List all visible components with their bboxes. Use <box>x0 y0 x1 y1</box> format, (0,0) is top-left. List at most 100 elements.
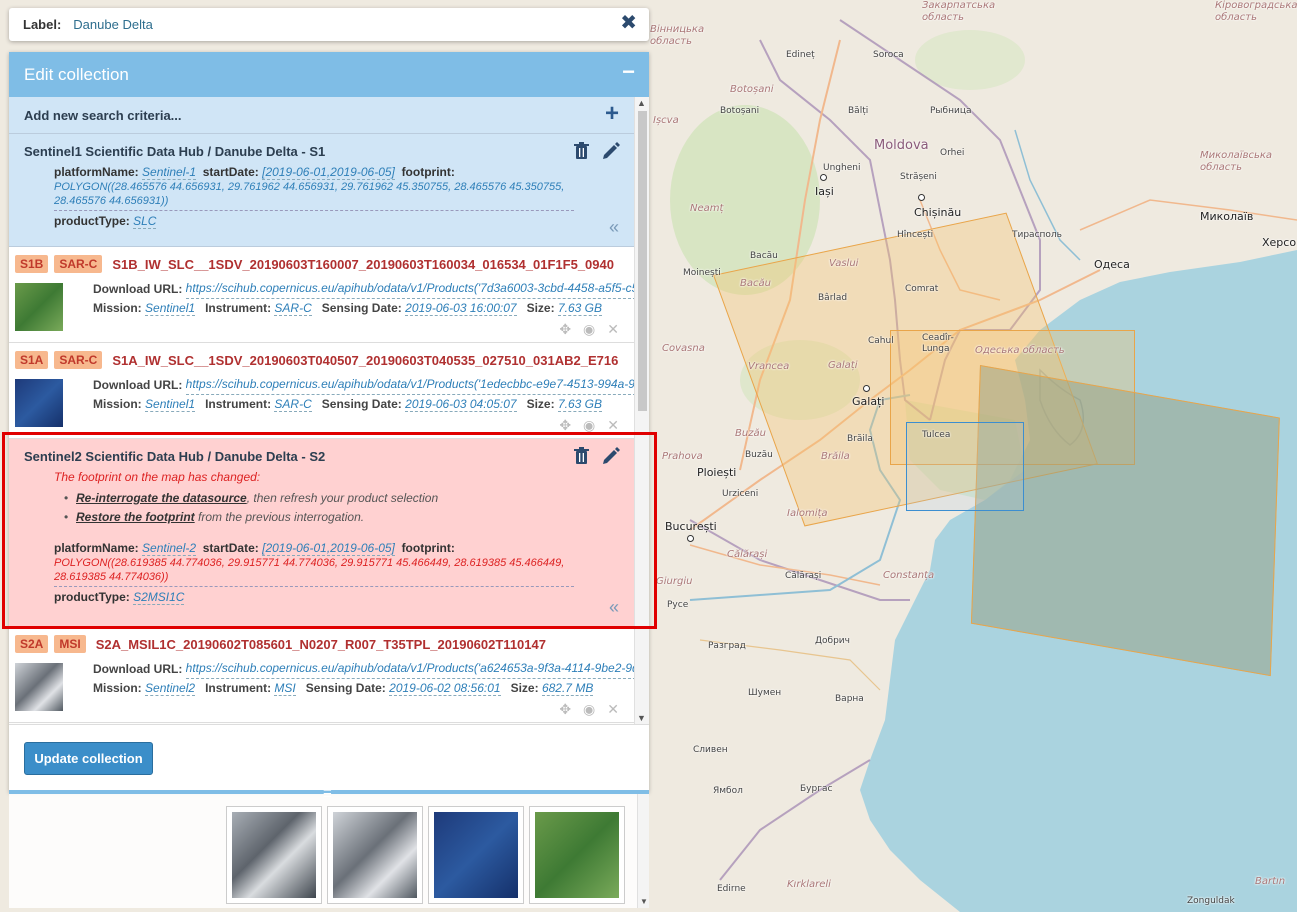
product-type-value[interactable]: SLC <box>133 214 157 229</box>
label-value[interactable]: Danube Delta <box>73 17 153 32</box>
map-label-soroca: Soroca <box>873 50 904 60</box>
remove-icon[interactable]: ✕ <box>607 701 619 718</box>
satellite-tag: S2A <box>15 635 49 653</box>
product-thumbnail[interactable] <box>15 283 63 331</box>
add-search-criteria-row[interactable]: Add new search criteria... + <box>9 97 649 134</box>
map-label-bucuresti: București <box>665 520 717 533</box>
scroll-up-icon[interactable]: ▲ <box>637 98 646 108</box>
size-value[interactable]: 7.63 GB <box>557 397 602 412</box>
scrollbar-thumb[interactable] <box>638 111 647 411</box>
start-date-value[interactable]: [2019-06-01,2019-06-05] <box>262 541 395 556</box>
download-url-link[interactable]: https://scihub.copernicus.eu/apihub/odat… <box>185 659 636 679</box>
size-value[interactable]: 7.63 GB <box>557 301 602 316</box>
thumbnail-card[interactable] <box>428 806 524 904</box>
trash-icon[interactable] <box>573 447 590 465</box>
size-value[interactable]: 682.7 MB <box>541 681 594 696</box>
instrument-value[interactable]: MSI <box>274 681 296 696</box>
city-dot <box>687 535 694 542</box>
eye-icon[interactable]: ◉ <box>583 701 595 718</box>
download-url-link[interactable]: https://scihub.copernicus.eu/apihub/odat… <box>185 375 636 395</box>
divider <box>54 209 574 211</box>
remove-icon[interactable]: ✕ <box>607 321 619 338</box>
thumbnail-card[interactable] <box>226 806 322 904</box>
map-label-vrancea: Vrancea <box>748 361 790 372</box>
update-collection-button[interactable]: Update collection <box>24 742 153 775</box>
eye-icon[interactable]: ◉ <box>583 321 595 338</box>
sensing-date-key: Sensing Date: <box>321 397 402 411</box>
platform-value[interactable]: Sentinel-1 <box>142 165 197 180</box>
chevron-double-left-icon[interactable]: « <box>609 217 619 238</box>
download-url-link[interactable]: https://scihub.copernicus.eu/apihub/odat… <box>185 279 636 299</box>
map-label-edirne: Edirne <box>717 884 746 894</box>
product-item[interactable]: S1A SAR-C S1A_IW_SLC__1SDV_20190603T0405… <box>9 343 649 439</box>
thumbnail-card[interactable] <box>529 806 625 904</box>
scroll-down-icon[interactable]: ▼ <box>640 897 648 906</box>
reinterrogate-link[interactable]: Re-interrogate the datasource <box>76 491 247 505</box>
map-label-ribnita: Рыбница <box>930 106 972 116</box>
product-name: S2A_MSIL1C_20190602T085601_N0207_R007_T3… <box>95 636 546 652</box>
remove-icon[interactable]: ✕ <box>607 417 619 434</box>
map-label-kirklareli: Kırklareli <box>787 879 831 890</box>
product-item[interactable]: S2A MSI S2A_MSIL1C_20190602T085601_N0207… <box>9 627 649 723</box>
footprint-value[interactable]: POLYGON((28.465576 44.656931, 29.761962 … <box>54 180 579 208</box>
mission-value[interactable]: Sentinel1 <box>145 397 196 412</box>
product-thumbnail[interactable] <box>15 379 63 427</box>
thumbnail-card[interactable] <box>327 806 423 904</box>
restore-footprint-link[interactable]: Restore the footprint <box>76 510 195 524</box>
city-dot <box>820 174 827 181</box>
move-icon[interactable]: ✥ <box>559 417 571 434</box>
plus-icon[interactable]: + <box>605 102 619 126</box>
panel-scrollbar[interactable]: ▲ ▼ <box>634 97 649 724</box>
map-label-hincesti: Hîncești <box>897 230 934 240</box>
product-thumbnail[interactable] <box>15 663 63 711</box>
platform-value[interactable]: Sentinel-2 <box>142 541 197 556</box>
map-label-vaslui-r: Vaslui <box>829 258 859 269</box>
instrument-value[interactable]: SAR-C <box>274 397 312 412</box>
footprint-s2a[interactable] <box>970 365 1280 677</box>
criteria-scroll-area[interactable]: Add new search criteria... + Sentinel1 S… <box>9 97 649 724</box>
pencil-icon[interactable] <box>602 142 620 160</box>
close-icon[interactable]: ✖ <box>620 13 637 33</box>
city-dot <box>918 194 925 201</box>
map-label-shumen: Шумен <box>748 688 782 698</box>
move-icon[interactable]: ✥ <box>559 321 571 338</box>
product-item[interactable]: S1B SAR-C S1B_IW_SLC__1SDV_20190603T1600… <box>9 247 649 343</box>
map-label-sliven: Сливен <box>693 745 728 755</box>
map-label-comrat: Comrat <box>905 284 939 294</box>
criteria-body: platformName: Sentinel-1 startDate: [201… <box>54 165 579 229</box>
mission-value[interactable]: Sentinel2 <box>145 681 196 696</box>
map-label-zonguldak: Zonguldak <box>1187 896 1235 906</box>
product-type-value[interactable]: S2MSI1C <box>133 590 185 605</box>
start-date-key: startDate: <box>202 165 259 179</box>
product-type-key: productType: <box>54 214 130 228</box>
move-icon[interactable]: ✥ <box>559 701 571 718</box>
strip-scrollbar[interactable]: ▼ <box>637 794 649 908</box>
scroll-down-icon[interactable]: ▼ <box>637 713 646 723</box>
footprint-value[interactable]: POLYGON((28.619385 44.774036, 29.915771 … <box>54 556 579 584</box>
drag-handle-icon[interactable]: ☰ <box>323 789 332 800</box>
map-label-bacau: Bacău <box>750 251 778 261</box>
map-label-cahul: Cahul <box>868 336 894 346</box>
map-label-tiraspol: Тирасполь <box>1012 230 1062 240</box>
city-dot <box>863 385 870 392</box>
trash-icon[interactable] <box>573 142 590 160</box>
map-label-bartin: Bartın <box>1255 876 1286 887</box>
pencil-icon[interactable] <box>602 447 620 465</box>
start-date-value[interactable]: [2019-06-01,2019-06-05] <box>262 165 395 180</box>
map-label-ploiesti: Ploiești <box>697 466 737 479</box>
map-label-tulcea: Tulcea <box>922 430 951 440</box>
chevron-double-left-icon[interactable]: « <box>609 597 619 618</box>
sensing-date-value[interactable]: 2019-06-03 16:00:07 <box>405 301 517 316</box>
product-type-key: productType: <box>54 590 130 604</box>
road <box>1079 199 1297 231</box>
map-label-balti: Bălți <box>848 106 869 116</box>
map-label-yambol: Ямбол <box>713 786 743 796</box>
sensing-date-value[interactable]: 2019-06-03 04:05:07 <box>405 397 517 412</box>
instrument-value[interactable]: SAR-C <box>274 301 312 316</box>
mission-value[interactable]: Sentinel1 <box>145 301 196 316</box>
map-label-buzau-r: Buzău <box>735 428 766 439</box>
sensing-date-value[interactable]: 2019-06-02 08:56:01 <box>389 681 501 696</box>
eye-icon[interactable]: ◉ <box>583 417 595 434</box>
instrument-key: Instrument: <box>205 301 272 315</box>
collapse-icon[interactable]: − <box>622 61 635 83</box>
